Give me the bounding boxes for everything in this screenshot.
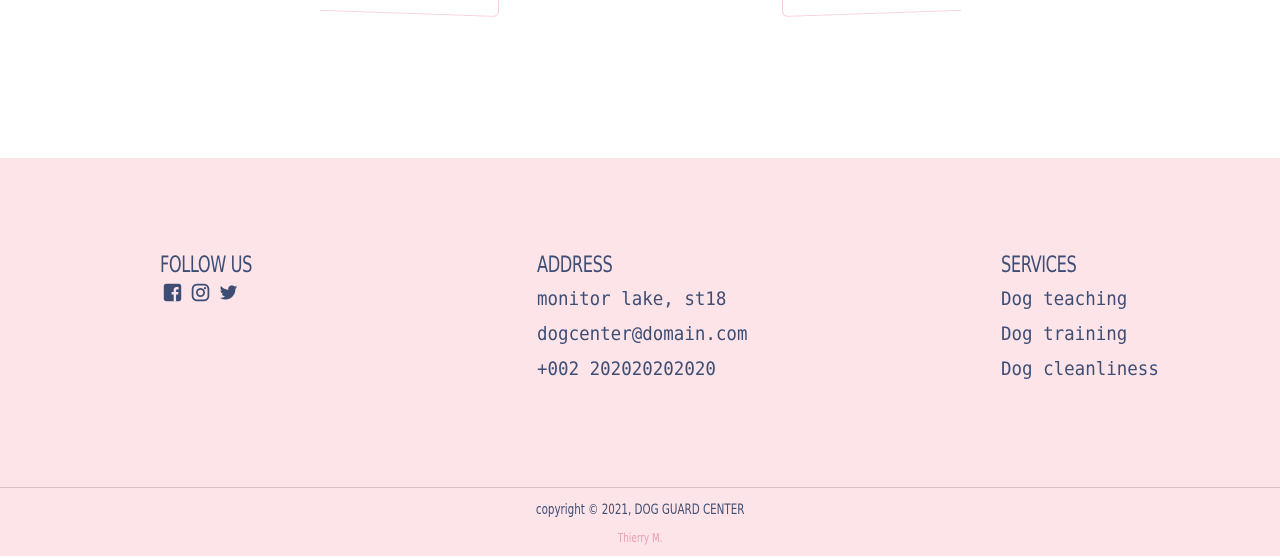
services-section: SERVICES Dog teaching Dog training Dog c…: [1001, 250, 1173, 387]
service-item-dog-teaching[interactable]: Dog teaching: [1001, 282, 1159, 317]
instagram-icon[interactable]: [191, 283, 210, 302]
address-heading: ADDRESS: [537, 253, 613, 278]
service-item-dog-training[interactable]: Dog training: [1001, 317, 1159, 352]
footer-divider: [0, 487, 1280, 488]
service-item-dog-cleanliness[interactable]: Dog cleanliness: [1001, 352, 1159, 387]
social-links: [160, 283, 272, 302]
twitter-icon[interactable]: [219, 283, 238, 302]
facebook-icon[interactable]: [163, 283, 182, 302]
address-street: monitor lake, st18: [537, 288, 727, 310]
site-footer: FOLLOW US ADDRESS monitor lake, st18 dog…: [0, 158, 1280, 556]
copyright-text: copyright © 2021, DOG GUARD CENTER: [0, 502, 1280, 518]
author-credit: Thierry M.: [0, 531, 1280, 545]
address-phone[interactable]: +002 202020202020: [537, 352, 747, 387]
card-edge-left: [320, 0, 499, 18]
author-name[interactable]: Thierry M.: [618, 531, 663, 545]
services-heading: SERVICES: [1001, 253, 1077, 278]
follow-us-heading: FOLLOW US: [160, 253, 253, 278]
follow-us-section: FOLLOW US: [160, 250, 272, 302]
address-section: ADDRESS monitor lake, st18 dogcenter@dom…: [537, 250, 766, 387]
address-email[interactable]: dogcenter@domain.com: [537, 317, 747, 352]
copyright-label: copyright © 2021, DOG GUARD CENTER: [535, 502, 745, 518]
card-edge-right: [782, 0, 961, 18]
content-bottom-area: [0, 0, 1280, 158]
